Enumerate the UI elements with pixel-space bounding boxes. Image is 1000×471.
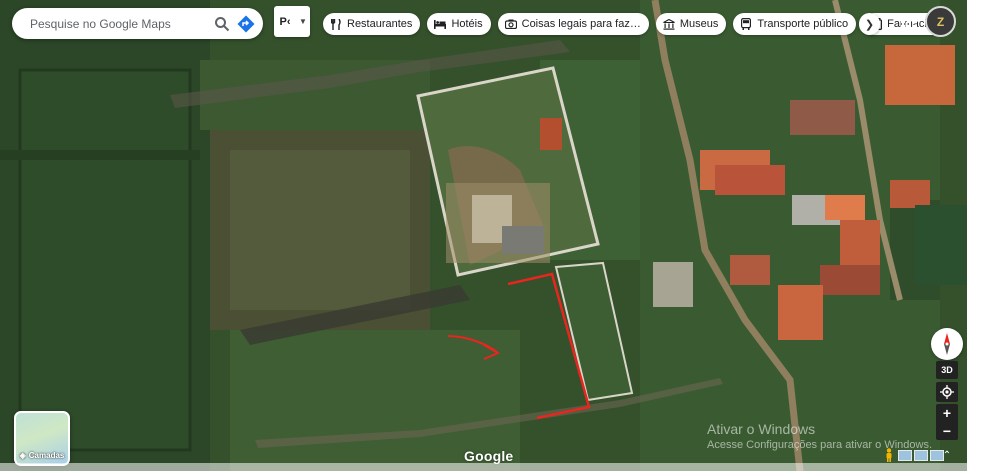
zoom-control: + − (936, 404, 958, 440)
search-icon[interactable] (212, 14, 232, 34)
chip-label: Museus (679, 18, 719, 30)
chip-restaurants[interactable]: Restaurantes (323, 13, 421, 35)
caret-down-icon: ▼ (299, 17, 307, 26)
google-logo: Google (464, 448, 514, 464)
layers-label-row: ◈ Camadas (16, 451, 68, 460)
imagery-thumbnails[interactable] (898, 450, 944, 461)
windows-activation-watermark: Ativar o Windows Acesse Configurações pa… (707, 421, 932, 451)
tilt-3d-button[interactable]: 3D (936, 361, 958, 379)
chip-public-transport[interactable]: Transporte público (733, 13, 857, 35)
pegman-icon[interactable] (884, 448, 894, 462)
apps-grid-icon[interactable] (900, 12, 918, 30)
chip-museums[interactable]: Museus (655, 13, 727, 35)
thumbnail[interactable] (914, 450, 928, 461)
zoom-out-button[interactable]: − (943, 424, 951, 438)
museum-icon (663, 18, 675, 30)
satellite-map[interactable] (0, 0, 1000, 471)
attribution-bar (0, 463, 967, 471)
layers-icon: ◈ (19, 451, 26, 460)
avatar-initial: Z (936, 14, 945, 29)
layers-label: Camadas (28, 451, 65, 460)
layers-button[interactable]: ◈ Camadas (14, 411, 70, 466)
bed-icon (434, 18, 447, 30)
my-location-icon[interactable] (936, 382, 958, 402)
directions-icon[interactable] (236, 14, 256, 34)
bus-icon (740, 18, 752, 30)
zoom-in-button[interactable]: + (943, 406, 951, 420)
camera-icon (504, 18, 517, 30)
place-filter-label: P‹ (279, 15, 291, 28)
fork-knife-icon (330, 18, 342, 30)
chip-things-to-do[interactable]: Coisas legais para faz… (497, 13, 649, 35)
place-filter-dropdown[interactable]: P‹ ▼ (274, 6, 310, 37)
chip-label: Coisas legais para faz… (521, 18, 641, 30)
side-panel-edge (967, 0, 1000, 471)
chip-label: Hotéis (451, 18, 483, 30)
thumbnail[interactable] (898, 450, 912, 461)
search-box[interactable] (12, 8, 263, 39)
avatar[interactable]: Z (925, 6, 956, 37)
chevron-right-icon[interactable]: ❯ (859, 13, 880, 35)
thumbnail[interactable] (930, 450, 944, 461)
search-input[interactable] (28, 15, 202, 32)
chip-label: Transporte público (757, 18, 849, 30)
chip-label: Restaurantes (347, 18, 413, 30)
category-chips: Restaurantes Hotéis Coisas legais para f… (323, 13, 947, 35)
compass-icon[interactable] (931, 328, 963, 360)
watermark-title: Ativar o Windows (707, 421, 816, 437)
chip-hotels[interactable]: Hotéis (427, 13, 491, 35)
